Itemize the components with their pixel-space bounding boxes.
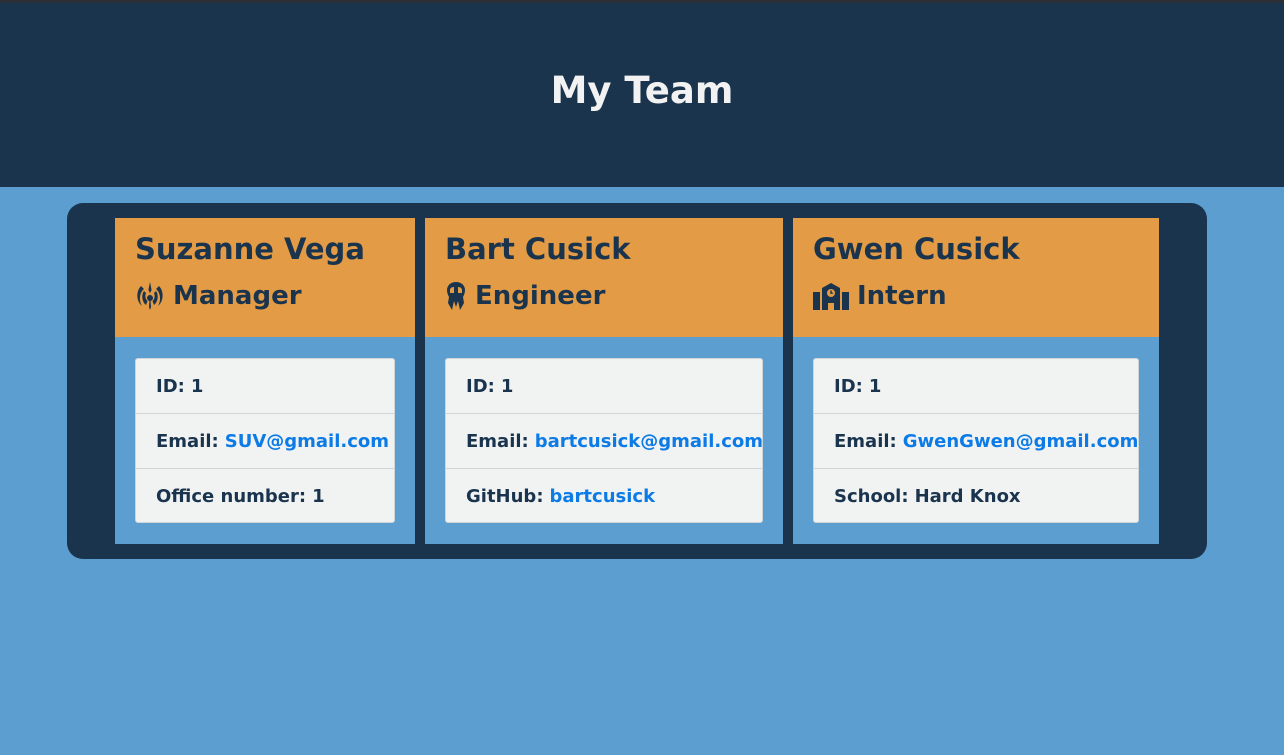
page-title: My Team xyxy=(550,68,734,112)
details-list: ID: 1 Email: GwenGwen@gmail.com School: … xyxy=(813,358,1139,523)
role-label: Manager xyxy=(173,281,302,311)
id-value: 1 xyxy=(190,375,204,397)
office-number-value: 1 xyxy=(312,486,325,507)
list-item-id: ID: 1 xyxy=(814,359,1138,414)
list-item-github: GitHub: bartcusick xyxy=(446,469,762,524)
employee-role: Intern xyxy=(813,281,947,311)
list-item-email: Email: bartcusick@gmail.com xyxy=(446,414,763,469)
employee-name: Suzanne Vega xyxy=(135,232,365,266)
employee-name: Gwen Cusick xyxy=(813,232,1020,266)
office-number-label: Office number: xyxy=(156,486,307,507)
school-value: Hard Knox xyxy=(914,486,1021,507)
github-label: GitHub: xyxy=(466,486,544,507)
list-item-id: ID: 1 xyxy=(446,359,762,414)
id-label: ID: xyxy=(156,375,185,397)
list-item-office-number: Office number: 1 xyxy=(136,469,394,524)
school-icon xyxy=(813,282,849,310)
email-link[interactable]: bartcusick@gmail.com xyxy=(535,431,763,452)
list-item-id: ID: 1 xyxy=(136,359,394,414)
details-list: ID: 1 Email: bartcusick@gmail.com GitHub… xyxy=(445,358,763,523)
role-label: Engineer xyxy=(475,281,606,311)
card-header: Bart Cusick Engineer xyxy=(425,218,783,337)
card-header: Gwen Cusick Intern xyxy=(793,218,1159,337)
employee-role: Manager xyxy=(135,281,302,311)
employee-card-manager: Suzanne Vega Manager ID: 1 Email: SUV@gm… xyxy=(115,218,415,544)
mandalorian-icon xyxy=(445,281,467,311)
school-label: School: xyxy=(834,486,909,507)
email-label: Email: xyxy=(466,430,529,452)
team-container: Suzanne Vega Manager ID: 1 Email: SUV@gm… xyxy=(67,203,1207,559)
details-list: ID: 1 Email: SUV@gmail.com Office number… xyxy=(135,358,395,523)
list-item-email: Email: GwenGwen@gmail.com xyxy=(814,414,1138,469)
id-value: 1 xyxy=(868,375,882,397)
list-item-email: Email: SUV@gmail.com xyxy=(136,414,394,469)
id-value: 1 xyxy=(500,375,514,397)
github-link[interactable]: bartcusick xyxy=(550,486,656,507)
employee-card-intern: Gwen Cusick Intern ID: 1 Email: GwenGwen… xyxy=(793,218,1159,544)
email-link[interactable]: SUV@gmail.com xyxy=(225,431,389,452)
employee-name: Bart Cusick xyxy=(445,232,631,266)
email-link[interactable]: GwenGwen@gmail.com xyxy=(903,431,1139,452)
employee-card-engineer: Bart Cusick Engineer ID: 1 Email: bartcu… xyxy=(425,218,783,544)
id-label: ID: xyxy=(834,375,863,397)
role-label: Intern xyxy=(857,281,947,311)
email-label: Email: xyxy=(834,430,897,452)
email-label: Email: xyxy=(156,430,219,452)
jedi-order-icon xyxy=(135,281,165,311)
id-label: ID: xyxy=(466,375,495,397)
list-item-school: School: Hard Knox xyxy=(814,469,1138,524)
page-header: My Team xyxy=(0,3,1284,187)
employee-role: Engineer xyxy=(445,281,605,311)
card-header: Suzanne Vega Manager xyxy=(115,218,415,337)
